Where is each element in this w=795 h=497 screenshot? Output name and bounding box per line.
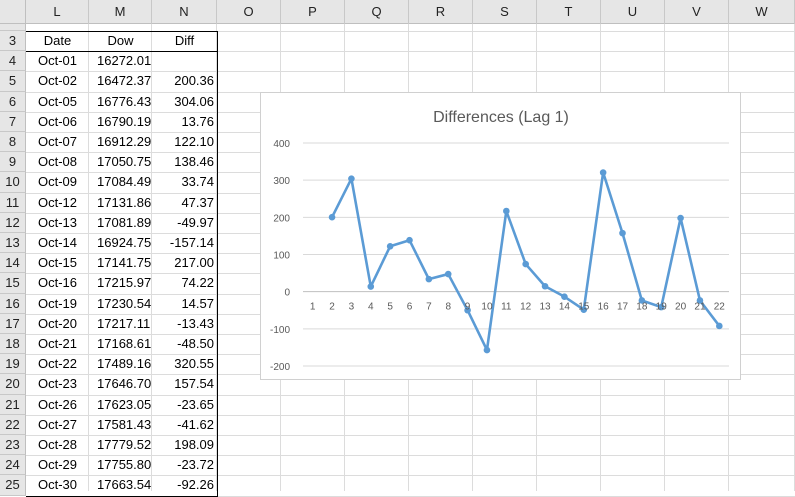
data-point[interactable] (541, 282, 549, 290)
column-header-o[interactable]: O (217, 0, 281, 24)
x-tick-label: 6 (407, 302, 413, 313)
y-tick-label: 400 (273, 139, 290, 150)
row-header-18[interactable]: 18 (0, 334, 26, 355)
row-header-11[interactable]: 11 (0, 192, 26, 213)
data-point[interactable] (348, 175, 355, 182)
x-tick-label: 9 (465, 302, 471, 313)
data-point[interactable] (503, 207, 510, 215)
data-point[interactable] (561, 293, 568, 300)
row-header-13[interactable]: 13 (0, 233, 26, 254)
row-header-7[interactable]: 7 (0, 111, 26, 132)
column-header-n[interactable]: N (152, 0, 217, 24)
x-tick-label: 12 (520, 302, 532, 313)
x-tick-label: 7 (426, 302, 432, 313)
x-tick-label: 14 (559, 302, 571, 313)
column-header-r[interactable]: R (409, 0, 473, 24)
data-point[interactable] (522, 260, 529, 268)
y-tick-label: 100 (273, 251, 290, 262)
column-header-t[interactable]: T (537, 0, 601, 24)
row-header-20[interactable]: 20 (0, 374, 26, 395)
x-tick-label: 11 (501, 302, 512, 313)
column-header-p[interactable]: P (281, 0, 345, 24)
row-header-23[interactable]: 23 (0, 435, 26, 456)
row-header-12[interactable]: 12 (0, 212, 26, 233)
x-tick-label: 21 (694, 302, 706, 313)
row-header-22[interactable]: 22 (0, 414, 26, 435)
y-tick-label: -100 (270, 325, 290, 336)
column-header-m[interactable]: M (89, 0, 152, 24)
column-header-l[interactable]: L (26, 0, 89, 24)
column-header-q[interactable]: Q (345, 0, 409, 24)
row-header-3[interactable]: 3 (0, 31, 26, 52)
x-tick-label: 8 (445, 302, 451, 313)
row-header-5[interactable]: 5 (0, 71, 26, 92)
data-point[interactable] (444, 270, 452, 278)
row-header-partial (0, 24, 26, 31)
column-header-u[interactable]: U (601, 0, 665, 24)
column-header-v[interactable]: V (665, 0, 729, 24)
x-tick-label: 2 (329, 302, 335, 313)
x-tick-label: 17 (617, 302, 629, 313)
data-point[interactable] (677, 214, 684, 222)
row-header-16[interactable]: 16 (0, 293, 26, 314)
row-header-9[interactable]: 9 (0, 152, 26, 173)
data-point[interactable] (328, 213, 336, 221)
row-header-6[interactable]: 6 (0, 91, 26, 112)
row-header-8[interactable]: 8 (0, 132, 26, 153)
x-tick-label: 4 (368, 302, 374, 313)
x-tick-label: 13 (539, 302, 551, 313)
x-tick-label: 15 (578, 302, 590, 313)
x-tick-label: 22 (714, 302, 726, 313)
row-header-10[interactable]: 10 (0, 172, 26, 193)
data-point[interactable] (716, 322, 723, 330)
data-point[interactable] (406, 236, 413, 244)
row-header-19[interactable]: 19 (0, 354, 26, 375)
x-tick-label: 10 (481, 302, 493, 313)
x-tick-label: 18 (636, 302, 648, 313)
row-header-25[interactable]: 25 (0, 475, 26, 496)
row-header-14[interactable]: 14 (0, 253, 26, 274)
y-tick-label: -200 (270, 362, 290, 373)
y-tick-label: 200 (273, 213, 290, 224)
column-header-bar: LMNOPQRSTUVW (26, 0, 795, 24)
column-header-w[interactable]: W (729, 0, 795, 24)
select-all-corner[interactable] (0, 0, 26, 24)
row-header-17[interactable]: 17 (0, 313, 26, 334)
data-point[interactable] (619, 229, 626, 237)
data-point[interactable] (483, 346, 491, 354)
data-point[interactable] (386, 242, 394, 250)
x-tick-label: 20 (675, 302, 687, 313)
column-header-s[interactable]: S (473, 0, 537, 24)
x-tick-label: 16 (598, 302, 610, 313)
x-tick-label: 5 (387, 302, 393, 313)
y-tick-label: 300 (273, 176, 290, 187)
table-header-border (26, 51, 218, 53)
data-point[interactable] (425, 275, 433, 283)
row-header-21[interactable]: 21 (0, 394, 26, 415)
chart-title: Differences (Lag 1) (433, 109, 569, 126)
chart-canvas: Differences (Lag 1) 400 300 200 100 0 -100 -20… (270, 109, 729, 373)
table-outer-border (26, 31, 218, 497)
line-chart[interactable]: Differences (Lag 1) 400 300 200 100 0 -100 -20… (260, 92, 741, 380)
data-point[interactable] (367, 283, 375, 290)
data-point[interactable] (599, 169, 607, 176)
row-header-24[interactable]: 24 (0, 455, 26, 476)
x-tick-label: 19 (656, 302, 668, 313)
y-tick-label: 0 (284, 288, 290, 299)
row-header-4[interactable]: 4 (0, 51, 26, 72)
row-header-15[interactable]: 15 (0, 273, 26, 294)
x-tick-label: 3 (349, 302, 355, 313)
x-tick-label: 1 (310, 302, 316, 313)
